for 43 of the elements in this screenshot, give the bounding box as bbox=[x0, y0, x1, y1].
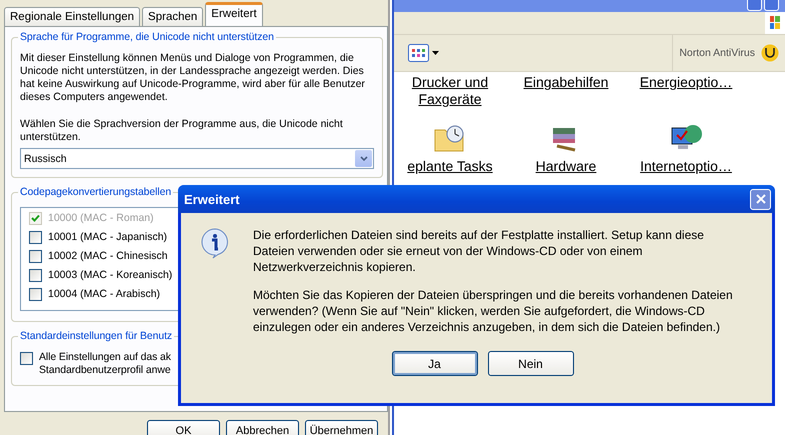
language-dropdown[interactable]: Russisch bbox=[20, 148, 374, 169]
dialog-button[interactable]: Abbrechen bbox=[226, 420, 299, 435]
tab[interactable]: Regionale Einstellungen bbox=[4, 7, 140, 26]
prompt-text: Wählen Sie die Sprachversion der Programme aus, die Unicode nicht unterstützen. bbox=[20, 118, 344, 144]
dialog-button[interactable]: OK bbox=[147, 420, 220, 435]
view-menu-icon[interactable] bbox=[408, 44, 440, 62]
control-panel-item-link[interactable]: Eingabehilfen bbox=[524, 74, 608, 91]
control-panel-item-link[interactable]: Energieoptio… bbox=[640, 74, 732, 91]
group-title: Codepagekonvertierungstabellen bbox=[18, 186, 174, 198]
checkbox-label: Alle Einstellungen auf das ak Standardbenutzerprofil anwe bbox=[39, 351, 171, 377]
description-text: Mit dieser Einstellung können Menüs und Dialoge von Programmen, die Unicode nicht unterstützen, in der Landessprache angezeigt werden. Dies hat keine Auswirkung auf Unicode-Programme, wird aber für alle Benutzer dieses Computers angewendet. bbox=[20, 52, 366, 104]
dialog-button[interactable]: Übernehmen bbox=[305, 420, 378, 435]
codepage-label: 10004 (MAC - Arabisch) bbox=[48, 288, 160, 300]
close-icon bbox=[756, 194, 766, 204]
message-text: Möchten Sie das Kopieren der Dateien überspringen und die bereits vorhandenen Dateien verwenden? (Wenn Sie auf "Nein" klicken, werden Sie aufgefordert, die Windows-CD einzulegen oder ein anderes Verzeichnis anzugeben, in dem sich die Dateien befinden.) bbox=[253, 287, 733, 335]
codepage-label: 10002 (MAC - Chinesisch bbox=[48, 250, 168, 262]
close-button[interactable] bbox=[750, 188, 771, 210]
tab[interactable]: Sprachen bbox=[142, 7, 204, 26]
norton-label: Norton AntiVirus bbox=[679, 47, 755, 59]
control-panel-item-link[interactable]: Hardware bbox=[536, 158, 596, 175]
info-icon bbox=[199, 227, 231, 259]
dialog-button[interactable]: Ja bbox=[392, 351, 478, 376]
message-text: Die erforderlichen Dateien sind bereits auf der Festplatte installiert. Setup kann diese Dateien verwenden oder sie erneut von der Windows-CD oder von einem Netzwerkverzeichnis kopieren. bbox=[253, 227, 705, 275]
group-title: Sprache für Programme, die Unicode nicht unterstützen bbox=[18, 31, 276, 43]
checkbox[interactable] bbox=[29, 288, 42, 300]
group-title: Standardeinstellungen für Benutz bbox=[18, 330, 174, 342]
tab[interactable]: Erweitert bbox=[205, 2, 263, 26]
codepage-label: 10001 (MAC - Japanisch) bbox=[48, 231, 168, 243]
control-panel-item-link[interactable]: Internetoptio… bbox=[640, 158, 732, 175]
maximize-button[interactable] bbox=[764, 0, 779, 11]
windows-logo-icon bbox=[770, 16, 780, 30]
dialog-title: Erweitert bbox=[184, 192, 240, 206]
codepage-label: 10003 (MAC - Koreanisch) bbox=[48, 269, 172, 281]
codepage-label: 10000 (MAC - Roman) bbox=[48, 212, 154, 224]
minimize-button[interactable] bbox=[747, 0, 762, 11]
checkbox[interactable] bbox=[20, 352, 33, 365]
dialog-button[interactable]: Nein bbox=[488, 351, 574, 376]
checkbox[interactable] bbox=[29, 268, 42, 282]
control-panel-item-link[interactable]: Drucker und Faxgeräte bbox=[394, 74, 506, 108]
checkbox[interactable] bbox=[29, 230, 42, 244]
control-panel-item-link[interactable]: eplante Tasks bbox=[407, 158, 493, 175]
chevron-down-icon bbox=[360, 156, 368, 162]
checkbox[interactable] bbox=[29, 250, 42, 262]
